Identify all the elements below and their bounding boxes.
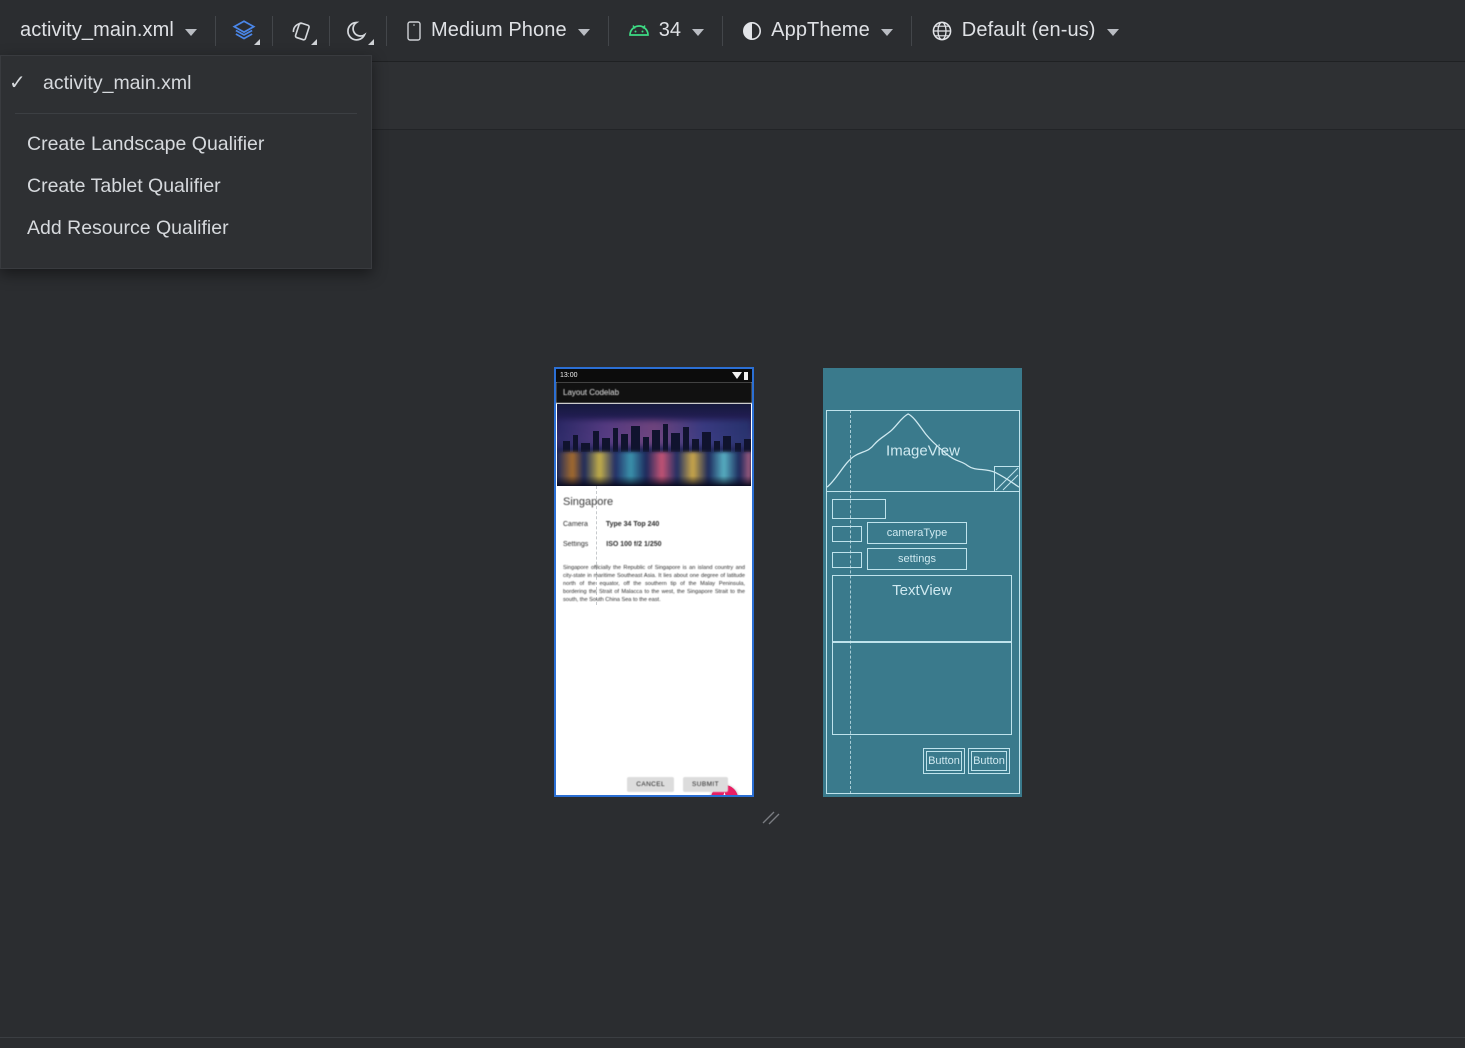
preview-paragraph: Singapore officially the Republic of Sin… [563,564,745,605]
preview-row-settings: Settings ISO 100 f/2 1/250 [563,541,745,548]
blueprint-component-icon-slot-2[interactable] [832,552,862,568]
design-preview[interactable]: 13:00 Layout Codelab [554,367,754,797]
preview-body: ★ Singapore Camera Type 34 Top 240 Setti… [556,404,752,797]
chevron-down-icon [254,39,260,45]
view-mode-button[interactable] [224,11,264,51]
blueprint-guideline[interactable] [850,410,851,794]
popup-item-label: activity_main.xml [43,72,191,95]
device-label: Medium Phone [431,19,567,42]
blueprint-label-button-1: Button [924,755,964,767]
night-mode-button[interactable] [338,11,378,51]
theme-selector[interactable]: AppTheme [731,11,903,51]
blueprint-component-textview[interactable]: TextView [832,575,1012,642]
locale-label: Default (en-us) [962,19,1096,42]
preview-cancel-button[interactable]: CANCEL [627,777,674,792]
preview-app-bar: Layout Codelab [556,382,752,403]
device-selector[interactable]: Medium Phone [395,11,600,51]
main-toolbar: activity_main.xml Medium Phone [0,0,1465,62]
popup-item-create-tablet-qualifier[interactable]: Create Tablet Qualifier [1,165,371,207]
preview-status-bar: 13:00 [556,369,752,382]
blueprint-label-textview: TextView [833,582,1011,599]
file-selector-dropdown[interactable]: activity_main.xml [10,11,207,51]
theme-label: AppTheme [771,19,870,42]
globe-icon [930,19,954,43]
popup-item-label: Create Landscape Qualifier [27,133,264,156]
canvas-bottom-divider [0,1037,1465,1038]
popup-item-selected-file[interactable]: ✓ activity_main.xml [1,62,371,104]
preview-button-row: CANCEL SUBMIT [556,777,752,792]
theme-contrast-icon [741,20,763,42]
chevron-down-icon [185,29,197,36]
blueprint-component-imageview[interactable]: ImageView [826,410,1020,492]
blueprint-component-settings[interactable]: settings [867,548,967,570]
chevron-down-icon [578,29,590,36]
blueprint-label-button-2: Button [969,755,1009,767]
phone-icon [405,20,423,42]
blueprint-component-button-2[interactable]: Button [968,748,1010,774]
status-bar-time: 13:00 [560,372,578,379]
blueprint-component-button-1[interactable]: Button [923,748,965,774]
file-selector-label: activity_main.xml [20,19,174,42]
popup-item-label: Add Resource Qualifier [27,217,229,240]
toolbar-divider [386,16,387,46]
row-label: Camera [563,521,588,528]
check-icon: ✓ [9,73,31,93]
file-selector-popup[interactable]: ✓ activity_main.xml Create Landscape Qua… [0,55,372,269]
chevron-down-icon [1107,29,1119,36]
toolbar-divider [215,16,216,46]
popup-divider [15,113,357,114]
popup-item-add-resource-qualifier[interactable]: Add Resource Qualifier [1,207,371,249]
toolbar-divider [272,16,273,46]
preview-submit-button[interactable]: SUBMIT [683,777,728,792]
android-icon [627,22,651,40]
preview-content: Singapore Camera Type 34 Top 240 Setting… [556,486,752,605]
status-bar-icons [732,372,748,380]
preview-resize-handle[interactable] [760,806,782,828]
locale-selector[interactable]: Default (en-us) [920,11,1129,51]
chevron-down-icon [311,39,317,45]
orientation-button[interactable] [281,11,321,51]
blueprint-label-cameratype: cameraType [868,527,966,539]
water-shadow [557,476,751,486]
toolbar-divider [329,16,330,46]
api-level-selector[interactable]: 34 [617,11,714,51]
battery-icon [744,372,748,380]
blueprint-component-chip-blank[interactable] [832,499,886,519]
chevron-down-icon [368,39,374,45]
toolbar-divider [911,16,912,46]
blueprint-component-body-block[interactable] [832,642,1012,735]
preview-title: Singapore [563,496,745,508]
preview-row-camera: Camera Type 34 Top 240 [563,521,745,528]
row-value: ISO 100 f/2 1/250 [606,541,661,548]
api-level-label: 34 [659,19,681,42]
blueprint-component-cameratype[interactable]: cameraType [867,522,967,544]
blueprint-label-imageview: ImageView [827,443,1019,460]
blueprint-preview[interactable]: ImageView cameraType settings TextView B… [823,368,1022,797]
app-bar-title: Layout Codelab [563,388,619,397]
blueprint-corner-marker [994,466,1020,492]
toolbar-divider [722,16,723,46]
hero-image [557,404,751,486]
popup-item-label: Create Tablet Qualifier [27,175,221,198]
row-value: Type 34 Top 240 [606,521,659,528]
chevron-down-icon [881,29,893,36]
row-label: Settings [563,541,588,548]
popup-item-create-landscape-qualifier[interactable]: Create Landscape Qualifier [1,123,371,165]
toolbar-divider [608,16,609,46]
wifi-icon [732,372,742,379]
skyline-silhouette [557,422,751,452]
chevron-down-icon [692,29,704,36]
blueprint-label-settings: settings [868,553,966,565]
blueprint-component-icon-slot-1[interactable] [832,526,862,542]
